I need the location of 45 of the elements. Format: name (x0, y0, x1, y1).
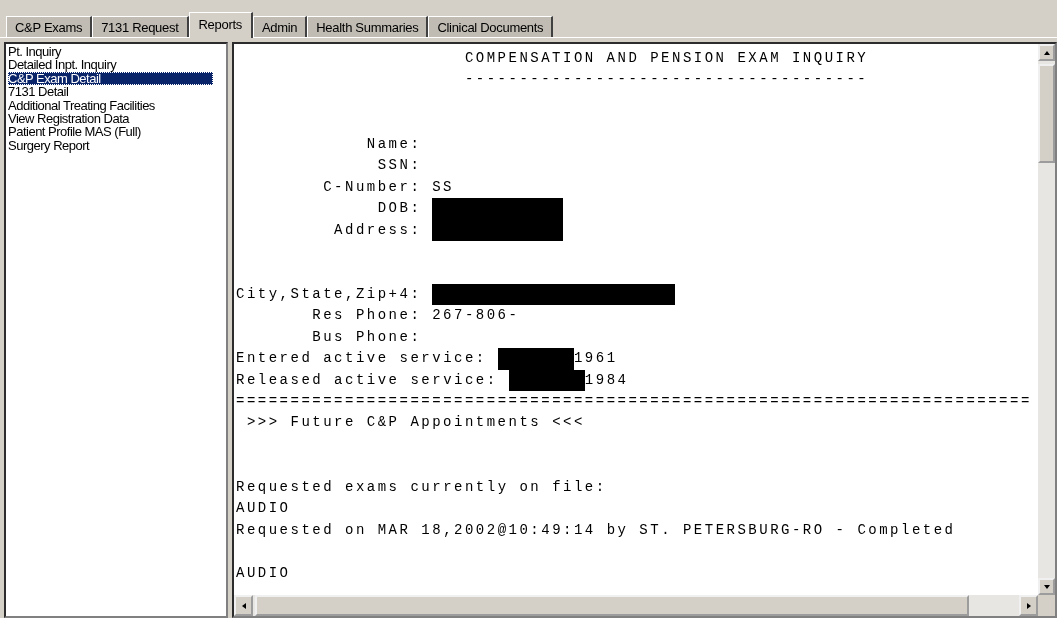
scroll-down-button[interactable] (1038, 578, 1055, 595)
list-item[interactable]: View Registration Data (8, 112, 213, 126)
list-item[interactable]: Patient Profile MAS (Full) (8, 125, 213, 139)
right-arrow-icon (1024, 601, 1033, 610)
report-heading: COMPENSATION AND PENSION EXAM INQUIRY (463, 49, 869, 68)
field-value: 267-806- (432, 306, 520, 326)
tab[interactable]: C&P Exams (6, 16, 93, 37)
down-arrow-icon (1042, 582, 1051, 591)
field-label: SSN: (376, 156, 422, 176)
tab[interactable]: Admin (252, 16, 308, 37)
list-item[interactable]: Detailed Inpt. Inquiry (8, 58, 213, 72)
field-label: Released active service: (236, 370, 498, 390)
field-label: Res Phone: (311, 306, 422, 326)
list-item[interactable]: Surgery Report (8, 138, 213, 153)
tab[interactable]: Clinical Documents (428, 16, 554, 37)
field-label: DOB: (376, 199, 422, 219)
section-heading: >>> Future C&P Appointments <<< (245, 413, 585, 433)
report-text: Requested on MAR 18,2002@10:49:14 by ST. PETERSBURG-RO - Completed (236, 520, 956, 540)
report-text: Requested exams currently on file: (236, 477, 607, 497)
field-value: 1961 (573, 349, 618, 369)
field-label: City,State,Zip+4: (236, 284, 422, 304)
report-text: AUDIO (236, 563, 291, 583)
report-text: AUDIO (236, 499, 291, 519)
tab[interactable]: 7131 Request (92, 16, 189, 37)
vertical-scrollbar[interactable] (1038, 44, 1055, 595)
tab[interactable]: Reports (188, 12, 253, 38)
field-value: 1984 (584, 370, 629, 390)
field-label: Address: (333, 220, 422, 240)
tab[interactable]: Health Summaries (307, 16, 429, 37)
scroll-left-button[interactable] (234, 595, 253, 616)
scroll-right-button[interactable] (1019, 595, 1038, 616)
report-heading: ------------------------------------- (463, 70, 869, 90)
report-text: ========================================================================= (236, 392, 1032, 411)
field-label: C-Number: (322, 177, 422, 197)
scroll-up-button[interactable] (1038, 44, 1055, 61)
field-label: Bus Phone: (311, 327, 422, 347)
list-item[interactable]: C&P Exam Detail (8, 71, 213, 86)
scroll-thumb[interactable] (1038, 64, 1055, 163)
list-item[interactable]: 7131 Detail (8, 85, 213, 99)
scrollbar-corner (1038, 595, 1055, 616)
field-label: Entered active service: (236, 349, 487, 369)
list-item[interactable]: Pt. Inquiry (8, 45, 213, 59)
field-value: SS (432, 177, 454, 197)
list-item[interactable]: Additional Treating Facilities (8, 98, 213, 113)
field-label: Name: (365, 134, 422, 154)
